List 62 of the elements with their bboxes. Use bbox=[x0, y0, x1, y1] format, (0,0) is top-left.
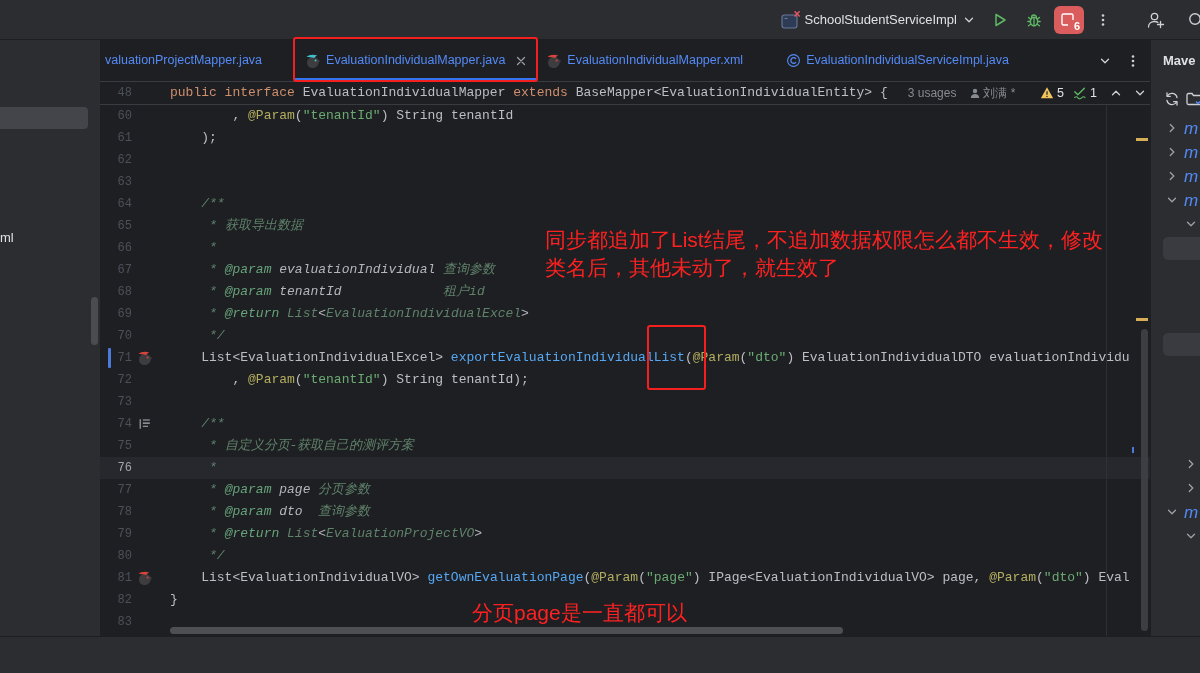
warnings-button[interactable]: 5 bbox=[1040, 83, 1065, 103]
code-line: * @param evaluationIndividual 查询参数 bbox=[209, 261, 496, 280]
editor-tab[interactable]: EvaluationIndividualServiceImpl.java bbox=[776, 40, 1043, 81]
module-icon: m bbox=[1184, 119, 1199, 137]
module-icon: m bbox=[1184, 167, 1199, 185]
code-line: * @param page 分页参数 bbox=[209, 481, 371, 500]
code-line: ); bbox=[201, 129, 217, 148]
usages-hint[interactable]: 3 usages bbox=[907, 84, 957, 102]
line-number: 76 bbox=[117, 460, 132, 477]
vertical-scrollbar-thumb[interactable] bbox=[1141, 329, 1148, 631]
check-icon bbox=[1073, 86, 1088, 100]
lines-icon[interactable] bbox=[138, 417, 152, 431]
code-line: , @Param("tenantId") String tenantId); bbox=[232, 371, 529, 390]
person-icon bbox=[970, 88, 981, 98]
bird-icon[interactable] bbox=[137, 570, 153, 586]
warning-icon bbox=[1040, 86, 1055, 100]
code-line: * @param tenantId 租户id bbox=[209, 283, 485, 302]
code-line: List<EvaluationIndividualVO> getOwnEvaluationPage(@Param("page") IPage<EvaluationIndividualVO> page, @Param("dto") Eval bbox=[201, 569, 1130, 588]
class-icon bbox=[786, 53, 802, 68]
code-line: /** bbox=[201, 195, 225, 214]
module-icon: m bbox=[1184, 191, 1199, 209]
bird-icon bbox=[546, 52, 563, 69]
module-icon: m bbox=[1184, 503, 1199, 521]
code-line: */ bbox=[209, 547, 225, 566]
bird-icon bbox=[305, 52, 322, 69]
stop-button[interactable]: 6 bbox=[1054, 5, 1084, 34]
panel-title: Mave bbox=[1163, 52, 1196, 71]
change-stripe-marker bbox=[1132, 447, 1134, 453]
tree-item-label[interactable]: ml bbox=[0, 228, 14, 248]
add-user-icon[interactable] bbox=[1147, 10, 1165, 29]
play-icon[interactable] bbox=[992, 11, 1008, 28]
run-configuration-selector[interactable]: SchoolStudentServiceImpl bbox=[777, 9, 978, 30]
horizontal-scrollbar-thumb[interactable] bbox=[170, 627, 843, 634]
bird-icon[interactable] bbox=[137, 350, 153, 366]
code-line: } bbox=[170, 591, 178, 610]
annotation-note: 同步都追加了List结尾，不追加数据权限怎么都不生效，修改类名后，其他未动了，就生效了 bbox=[545, 227, 1104, 281]
annotation-note: 分页page是一直都可以 bbox=[472, 600, 687, 626]
code-line: * bbox=[209, 239, 217, 258]
folder-icon[interactable] bbox=[1186, 91, 1200, 107]
warning-stripe-marker[interactable] bbox=[1136, 138, 1148, 141]
editor-tab[interactable]: valuationProjectMapper.java bbox=[100, 40, 296, 81]
refresh-icon[interactable] bbox=[1164, 91, 1180, 107]
editor-tab[interactable]: EvaluationIndividualMapper.xml bbox=[536, 40, 777, 81]
passed-checks-button[interactable]: 1 bbox=[1073, 83, 1097, 103]
code-line: public interface EvaluationIndividualMapper extends BaseMapper<EvaluationIndividualEntity> { bbox=[170, 84, 888, 103]
code-line: , @Param("tenantId") String tenantId bbox=[232, 107, 514, 126]
code-line: * @param dto 查询参数 bbox=[209, 503, 371, 522]
code-line: * @return List<EvaluationIndividualExcel> bbox=[209, 305, 529, 324]
warning-stripe-marker[interactable] bbox=[1136, 318, 1148, 321]
window-icon bbox=[780, 10, 801, 29]
module-icon: m bbox=[1184, 143, 1199, 161]
code-line: * @return List<EvaluationProjectVO> bbox=[209, 525, 483, 544]
bug-icon[interactable] bbox=[1026, 11, 1042, 28]
code-line: * bbox=[209, 459, 217, 478]
code-line: * 获取导出数据 bbox=[209, 217, 303, 236]
code-line: /** bbox=[201, 415, 225, 434]
close-icon[interactable] bbox=[516, 55, 527, 66]
code-line: */ bbox=[209, 327, 225, 346]
scrollbar-thumb[interactable] bbox=[91, 297, 98, 345]
author-hint[interactable]: 刘满 * bbox=[970, 84, 1016, 102]
search-icon[interactable] bbox=[1188, 11, 1200, 28]
code-line: * 自定义分页-获取自己的测评方案 bbox=[209, 437, 415, 456]
